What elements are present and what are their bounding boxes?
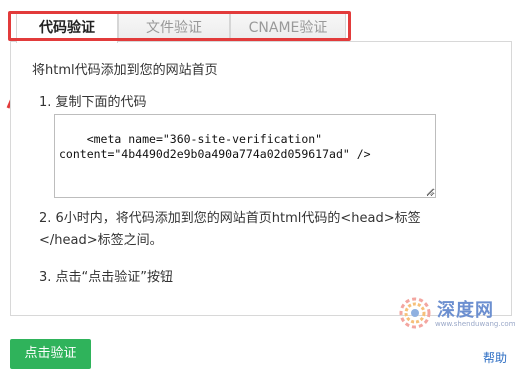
verify-button[interactable]: 点击验证 — [10, 339, 91, 369]
tab-code-verification[interactable]: 代码验证 — [16, 13, 118, 43]
tab-file-verification[interactable]: 文件验证 — [118, 13, 230, 41]
step-3: 3. 点击“点击验证”按钮 — [39, 270, 174, 285]
intro-text: 将html代码添加到您的网站首页 — [32, 63, 218, 78]
step-1: 1. 复制下面的代码 — [39, 95, 147, 110]
watermark-name: 深度网 — [437, 300, 494, 321]
verification-code-textarea[interactable]: <meta name="360-site-verification" conte… — [54, 114, 436, 198]
resize-grip-icon[interactable] — [426, 188, 434, 196]
watermark-flower-icon — [399, 297, 431, 329]
watermark-url: www.shenduwang.com — [435, 320, 516, 328]
watermark-logo: 深度网 www.shenduwang.com — [397, 295, 516, 331]
verification-code-text: <meta name="360-site-verification" conte… — [59, 132, 371, 161]
help-link[interactable]: 帮助 — [483, 349, 507, 366]
verification-panel: 将html代码添加到您的网站首页 1. 复制下面的代码 <meta name="… — [10, 41, 512, 316]
verification-tabs: 代码验证 文件验证 CNAME验证 — [10, 11, 350, 43]
tab-cname-verification[interactable]: CNAME验证 — [230, 13, 346, 41]
step-2: 2. 6小时内，将代码添加到您的网站首页html代码的<head>标签</hea… — [39, 211, 421, 248]
